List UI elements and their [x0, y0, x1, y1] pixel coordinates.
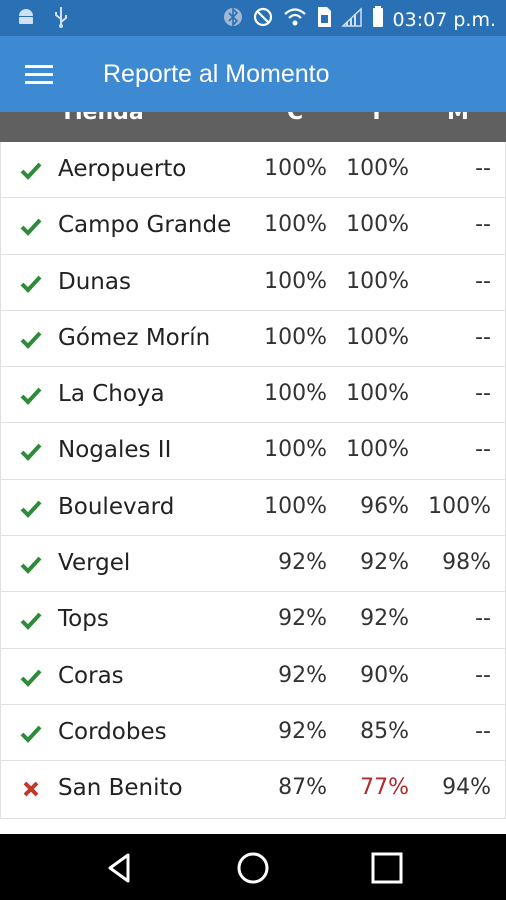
status-bar: 03:07 p.m. [0, 0, 506, 36]
table-row[interactable]: Dunas 100% 100% -- [1, 255, 505, 311]
value-c: 100% [264, 268, 327, 294]
signal-icon [340, 7, 363, 32]
table-row[interactable]: Gómez Morín 100% 100% -- [1, 311, 505, 368]
value-c: 92% [278, 718, 327, 744]
value-c: 100% [264, 493, 327, 519]
header-c: C [287, 112, 304, 125]
value-t: 100% [346, 156, 409, 181]
value-c: 100% [264, 324, 327, 350]
check-icon [20, 553, 42, 575]
usb-icon [54, 6, 68, 32]
recent-apps-icon[interactable] [370, 851, 404, 885]
table-row[interactable]: Nogales II 100% 100% -- [1, 423, 505, 480]
value-t: 100% [346, 381, 409, 407]
value-c: 92% [278, 606, 327, 632]
battery-icon [372, 6, 384, 33]
check-icon [20, 722, 42, 744]
app-bar: Reporte al Momento [0, 36, 506, 112]
value-m: -- [475, 718, 491, 744]
value-c: 92% [278, 550, 327, 576]
check-icon [20, 328, 42, 350]
value-m: 98% [442, 550, 491, 576]
table-header: Tienda C T M [0, 112, 506, 142]
report-table: Tienda C T M Aeropuerto 100% 100% -- Campo G… [0, 112, 506, 834]
value-m: -- [475, 268, 491, 294]
table-body: Aeropuerto 100% 100% -- Campo Grande 100% 100%… [0, 142, 506, 819]
value-m: -- [475, 381, 491, 407]
android-icon [16, 7, 36, 31]
table-row[interactable]: San Benito 87% 77% 94% [1, 761, 505, 817]
check-icon [20, 609, 42, 631]
store-name: Aeropuerto [58, 156, 187, 182]
value-t: 100% [346, 268, 409, 294]
value-t: 77% [360, 775, 409, 801]
value-m: -- [475, 324, 491, 350]
check-icon [20, 159, 42, 181]
store-name: Coras [58, 662, 124, 689]
value-m: -- [475, 662, 491, 688]
store-name: Gómez Morín [58, 324, 211, 351]
table-row[interactable]: Campo Grande 100% 100% -- [1, 198, 505, 255]
check-icon [20, 384, 42, 406]
value-m: -- [475, 437, 491, 463]
value-t: 92% [360, 606, 409, 632]
table-row[interactable]: La Choya 100% 100% -- [1, 367, 505, 424]
value-t: 96% [360, 493, 409, 519]
store-name: Campo Grande [58, 212, 232, 239]
store-name: Vergel [58, 550, 131, 577]
value-t: 92% [360, 550, 409, 576]
value-m: -- [475, 156, 491, 181]
store-name: Dunas [58, 268, 131, 295]
value-c: 92% [278, 662, 327, 688]
value-c: 100% [264, 212, 327, 238]
store-name: La Choya [58, 381, 165, 408]
store-name: Nogales II [58, 437, 172, 464]
table-row[interactable]: Vergel 92% 92% 98% [1, 536, 505, 593]
store-name: Cordobes [58, 718, 167, 745]
value-c: 87% [278, 775, 327, 801]
bluetooth-icon [223, 6, 243, 33]
sim-icon [316, 6, 332, 33]
table-row[interactable]: Boulevard 100% 96% 100% [1, 480, 505, 537]
store-name: San Benito [58, 775, 183, 802]
wifi-icon [283, 7, 307, 32]
value-c: 100% [264, 437, 327, 463]
store-name: Tops [58, 606, 109, 633]
value-m: 100% [428, 493, 491, 519]
check-icon [20, 440, 42, 462]
check-icon [20, 666, 42, 688]
header-tienda: Tienda [60, 112, 144, 125]
value-m: -- [475, 212, 491, 238]
value-t: 100% [346, 324, 409, 350]
table-row[interactable]: Tops 92% 92% -- [1, 592, 505, 649]
header-m: M [447, 112, 469, 125]
status-time: 03:07 p.m. [392, 8, 496, 31]
navigation-bar [0, 834, 506, 900]
back-icon[interactable] [103, 851, 137, 885]
store-name: Boulevard [58, 493, 175, 520]
check-icon [20, 497, 42, 519]
do-not-disturb-icon [252, 6, 274, 33]
value-c: 100% [264, 381, 327, 407]
check-icon [20, 215, 42, 237]
value-m: -- [475, 606, 491, 632]
table-row[interactable]: Aeropuerto 100% 100% -- [1, 142, 505, 199]
check-icon [20, 272, 42, 294]
value-m: 94% [442, 775, 491, 801]
home-icon[interactable] [236, 851, 270, 885]
value-t: 100% [346, 212, 409, 238]
value-t: 85% [360, 718, 409, 744]
value-t: 90% [360, 662, 409, 688]
value-c: 100% [264, 156, 327, 181]
value-t: 100% [346, 437, 409, 463]
table-row[interactable]: Coras 92% 90% -- [1, 649, 505, 705]
page-title: Reporte al Momento [103, 60, 330, 88]
table-row[interactable]: Cordobes 92% 85% -- [1, 705, 505, 762]
header-t: T [369, 112, 385, 125]
menu-icon[interactable] [25, 65, 53, 85]
cross-icon [20, 778, 42, 800]
